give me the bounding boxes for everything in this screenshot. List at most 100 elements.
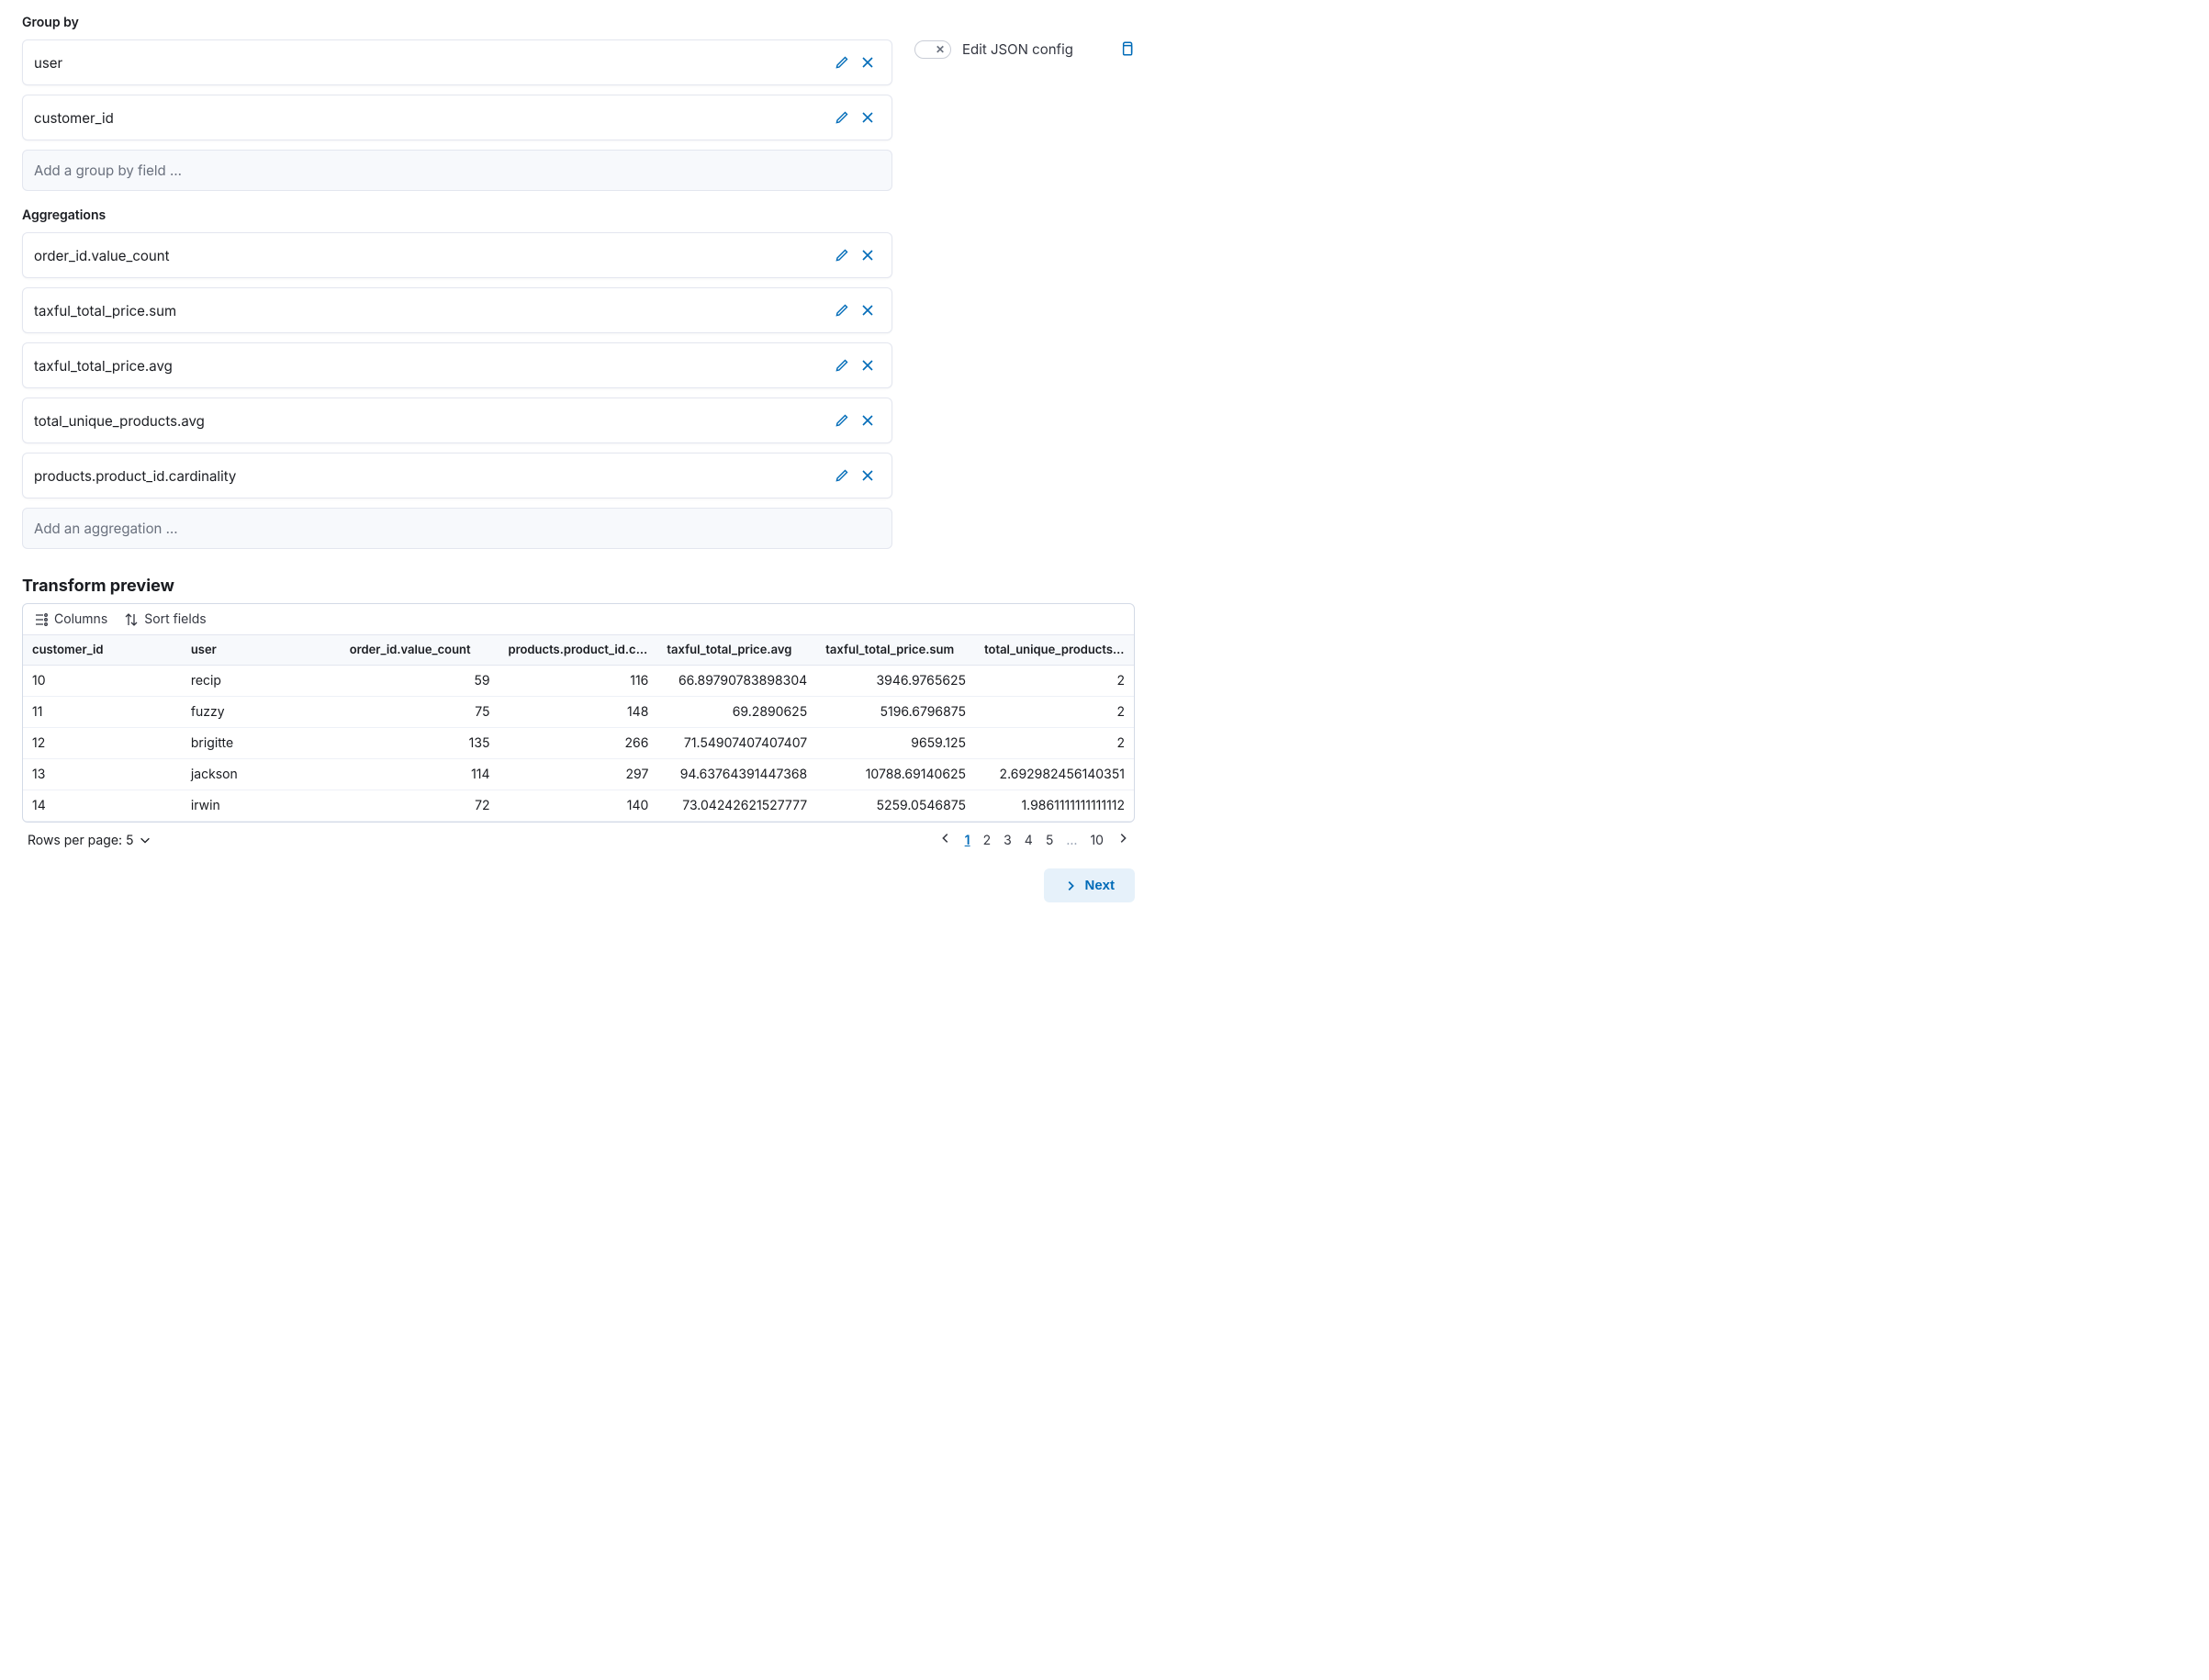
close-icon[interactable] <box>855 242 880 268</box>
table-cell: 148 <box>499 697 658 728</box>
aggregation-item-label: taxful_total_price.avg <box>34 357 829 375</box>
table-cell: 114 <box>341 759 499 790</box>
table-cell: 2.692982456140351 <box>975 759 1134 790</box>
prev-page-button[interactable] <box>939 832 952 848</box>
table-cell: 266 <box>499 728 658 759</box>
aggregation-item-label: order_id.value_count <box>34 247 829 264</box>
table-cell: 116 <box>499 666 658 697</box>
aggregation-item-label: taxful_total_price.sum <box>34 302 829 319</box>
columns-button-label: Columns <box>54 611 107 627</box>
aggregation-item-label: products.product_id.cardinality <box>34 467 829 485</box>
transform-preview-title: Transform preview <box>22 577 1135 596</box>
column-header[interactable]: total_unique_products.a… <box>975 635 1134 666</box>
aggregation-item: products.product_id.cardinality <box>22 453 892 498</box>
page-number[interactable]: 4 <box>1025 833 1033 848</box>
table-cell: 13 <box>23 759 182 790</box>
table-cell: 10 <box>23 666 182 697</box>
column-header[interactable]: products.product_id.car… <box>499 635 658 666</box>
add-group-by-panel[interactable]: Add a group by field … <box>22 150 892 191</box>
table-cell: 71.54907407407407 <box>657 728 816 759</box>
add-aggregation-panel[interactable]: Add an aggregation … <box>22 508 892 549</box>
table-cell: 69.2890625 <box>657 697 816 728</box>
close-icon: ✕ <box>932 41 948 58</box>
table-cell: 135 <box>341 728 499 759</box>
table-cell: jackson <box>182 759 341 790</box>
table-cell: brigitte <box>182 728 341 759</box>
table-row: 10recip5911666.897907838983043946.976562… <box>23 666 1134 697</box>
next-page-button[interactable] <box>1116 832 1129 848</box>
close-icon[interactable] <box>855 297 880 323</box>
table-cell: 12 <box>23 728 182 759</box>
table-cell: 2 <box>975 697 1134 728</box>
edit-json-label: Edit JSON config <box>962 40 1107 58</box>
page-number[interactable]: 5 <box>1046 833 1054 848</box>
close-icon[interactable] <box>855 105 880 130</box>
aggregations-label: Aggregations <box>22 207 892 223</box>
column-header[interactable]: user <box>182 635 341 666</box>
table-row: 12brigitte13526671.549074074074079659.12… <box>23 728 1134 759</box>
sort-fields-label: Sort fields <box>144 611 206 627</box>
close-icon[interactable] <box>855 50 880 75</box>
table-cell: irwin <box>182 790 341 822</box>
sort-fields-button[interactable]: Sort fields <box>124 611 206 627</box>
pencil-icon[interactable] <box>829 50 855 75</box>
table-cell: 75 <box>341 697 499 728</box>
aggregation-item-label: total_unique_products.avg <box>34 412 829 430</box>
table-cell: 1.9861111111111112 <box>975 790 1134 822</box>
column-header[interactable]: order_id.value_count <box>341 635 499 666</box>
table-cell: 140 <box>499 790 658 822</box>
copy-to-clipboard-button[interactable] <box>1118 40 1135 61</box>
group-by-item: user <box>22 39 892 85</box>
aggregation-item: taxful_total_price.avg <box>22 342 892 388</box>
column-header[interactable]: taxful_total_price.sum <box>816 635 975 666</box>
pencil-icon[interactable] <box>829 297 855 323</box>
pencil-icon[interactable] <box>829 353 855 378</box>
rows-per-page-label: Rows per page: 5 <box>28 833 133 848</box>
table-cell: 5259.0546875 <box>816 790 975 822</box>
rows-per-page-selector[interactable]: Rows per page: 5 <box>28 833 151 848</box>
close-icon[interactable] <box>855 408 880 433</box>
aggregation-item: order_id.value_count <box>22 232 892 278</box>
table-cell: 94.63764391447368 <box>657 759 816 790</box>
close-icon[interactable] <box>855 463 880 488</box>
table-cell: 3946.9765625 <box>816 666 975 697</box>
edit-json-switch[interactable]: ✕ <box>914 40 951 59</box>
pencil-icon[interactable] <box>829 105 855 130</box>
next-button-label: Next <box>1084 878 1115 893</box>
pencil-icon[interactable] <box>829 463 855 488</box>
aggregation-item: total_unique_products.avg <box>22 398 892 443</box>
add-aggregation-placeholder: Add an aggregation … <box>34 520 880 537</box>
table-cell: 10788.69140625 <box>816 759 975 790</box>
group-by-item-label: user <box>34 54 829 72</box>
page-number[interactable]: 3 <box>1004 833 1012 848</box>
group-by-item: customer_id <box>22 95 892 140</box>
column-header[interactable]: taxful_total_price.avg <box>657 635 816 666</box>
page-number[interactable]: 1 <box>965 833 970 848</box>
pencil-icon[interactable] <box>829 408 855 433</box>
preview-table: customer_iduserorder_id.value_countprodu… <box>23 635 1134 822</box>
table-cell: 72 <box>341 790 499 822</box>
next-button[interactable]: Next <box>1044 868 1135 902</box>
close-icon[interactable] <box>855 353 880 378</box>
table-row: 11fuzzy7514869.28906255196.67968752 <box>23 697 1134 728</box>
page-number[interactable]: 2 <box>983 833 992 848</box>
page-last[interactable]: 10 <box>1090 833 1104 848</box>
preview-table-container: Columns Sort fields customer_iduserorder… <box>22 603 1135 823</box>
table-cell: 73.04242621527777 <box>657 790 816 822</box>
columns-button[interactable]: Columns <box>34 611 107 627</box>
group-by-label: Group by <box>22 15 892 30</box>
table-cell: 14 <box>23 790 182 822</box>
table-row: 14irwin7214073.042426215277775259.054687… <box>23 790 1134 822</box>
group-by-item-label: customer_id <box>34 109 829 127</box>
pencil-icon[interactable] <box>829 242 855 268</box>
column-header[interactable]: customer_id <box>23 635 182 666</box>
table-cell: 11 <box>23 697 182 728</box>
table-cell: fuzzy <box>182 697 341 728</box>
table-cell: 9659.125 <box>816 728 975 759</box>
aggregation-item: taxful_total_price.sum <box>22 287 892 333</box>
add-group-by-placeholder: Add a group by field … <box>34 162 880 179</box>
table-cell: recip <box>182 666 341 697</box>
pagination: 12345 … 10 <box>939 832 1129 848</box>
table-row: 13jackson11429794.6376439144736810788.69… <box>23 759 1134 790</box>
table-cell: 2 <box>975 728 1134 759</box>
